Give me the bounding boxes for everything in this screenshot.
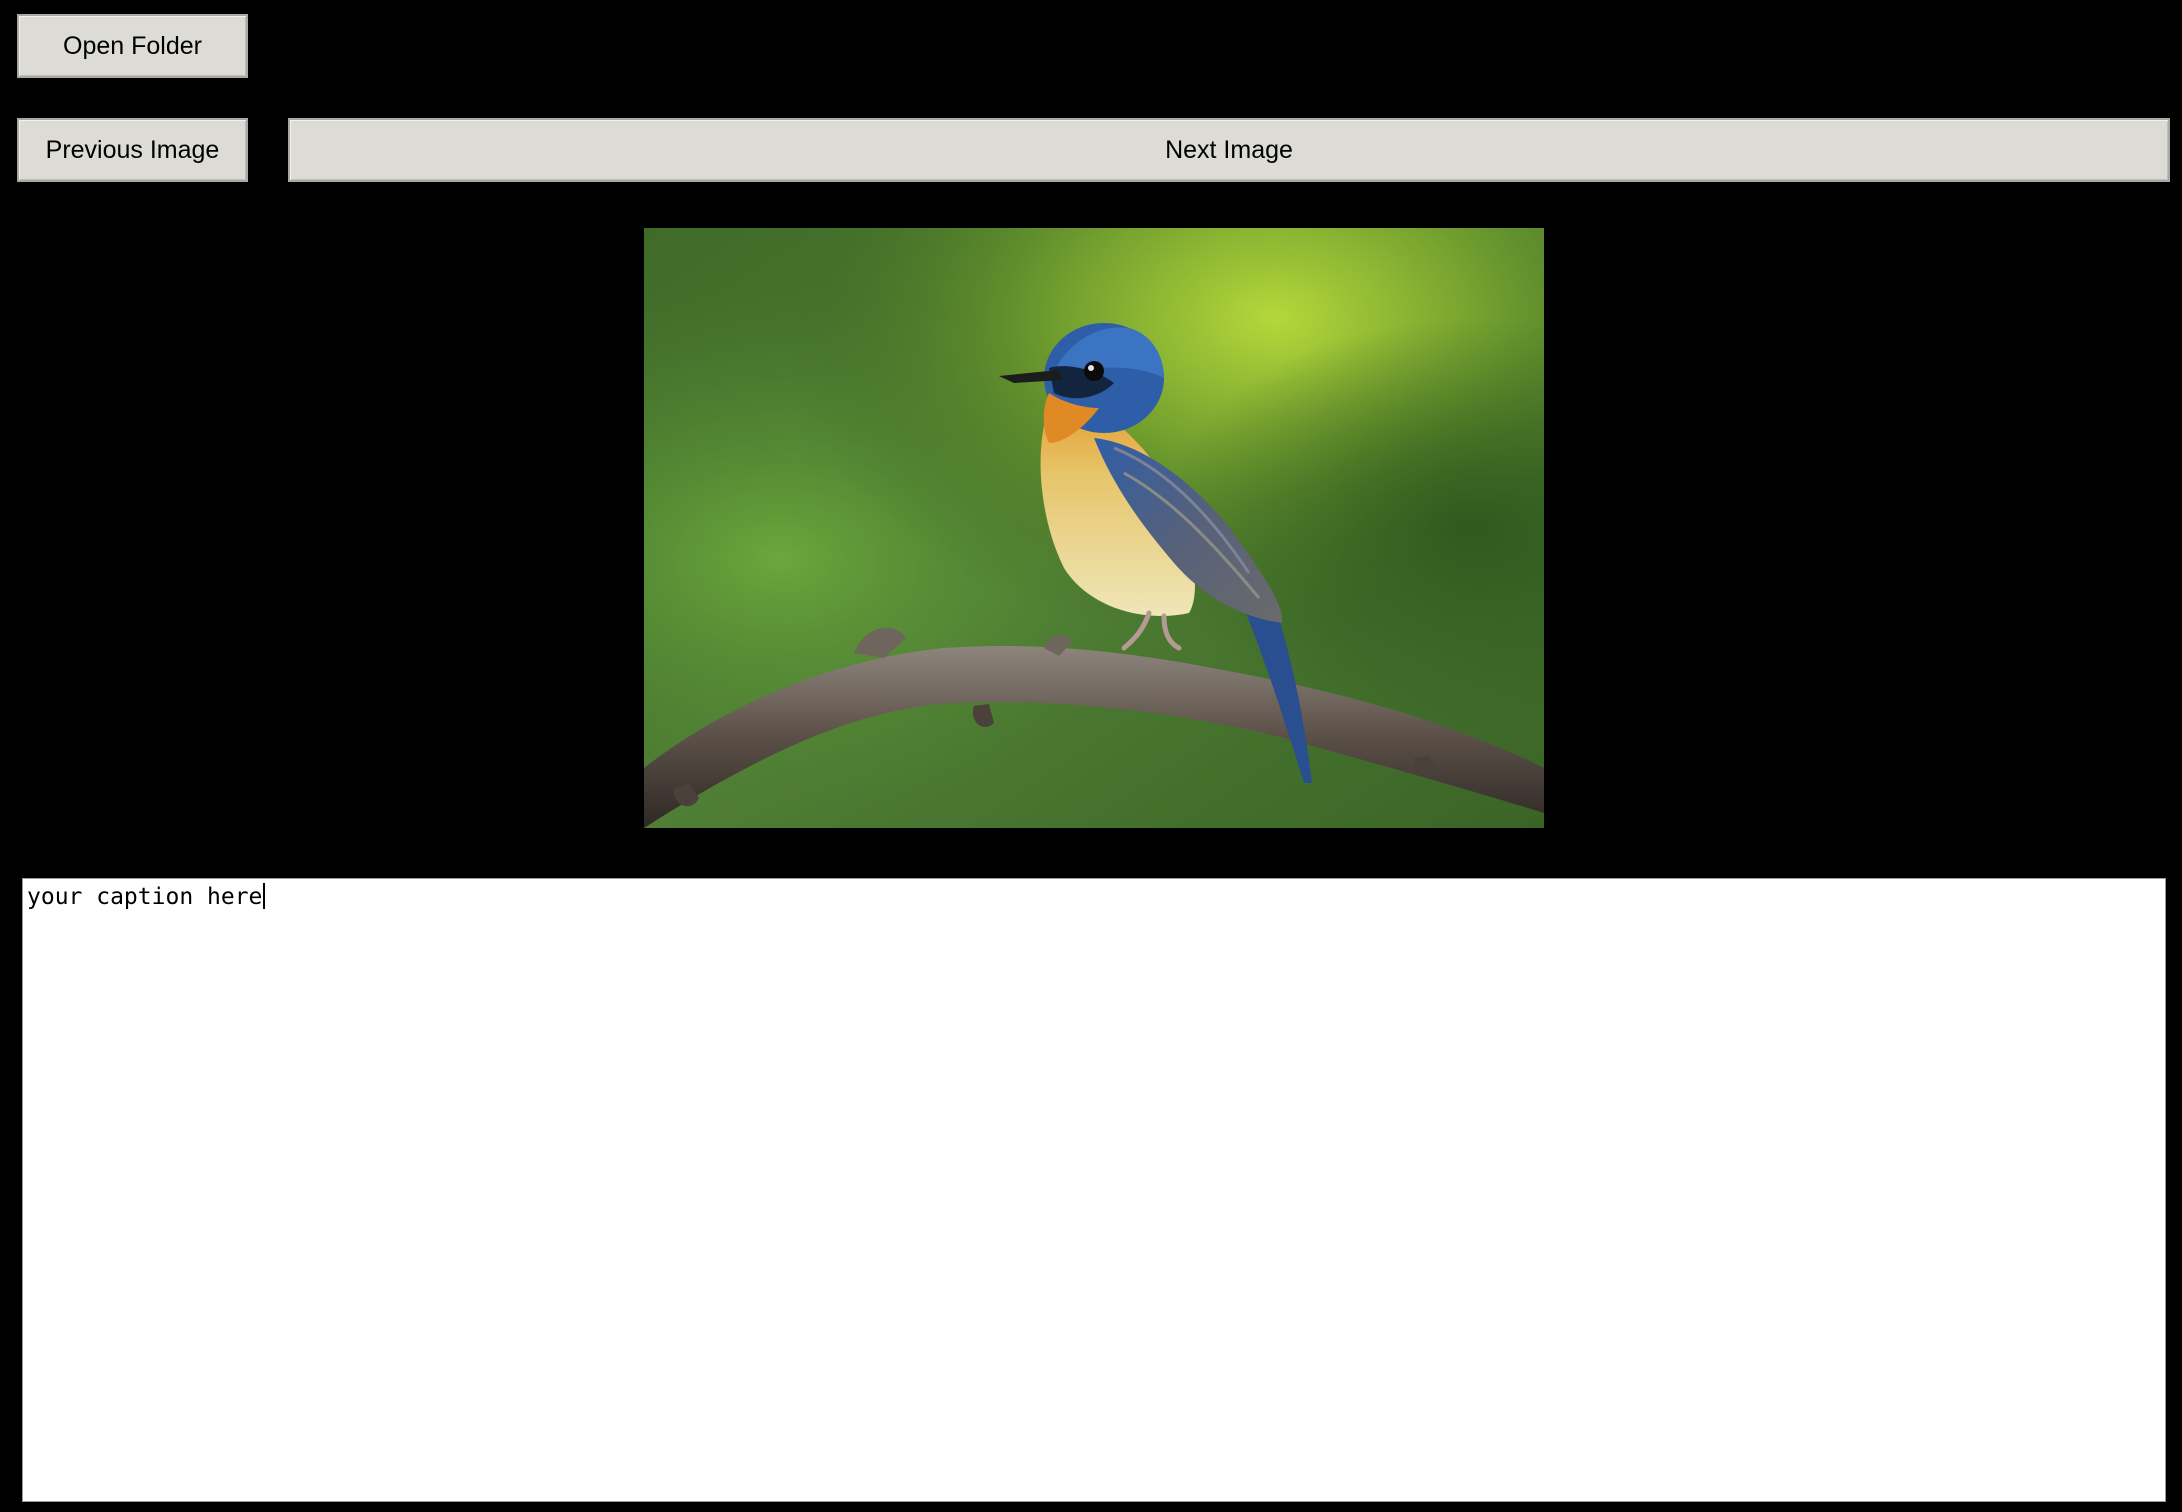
next-image-button[interactable]: Next Image bbox=[288, 118, 2170, 182]
caption-text: your caption here bbox=[27, 884, 263, 910]
caption-textarea[interactable]: your caption here bbox=[22, 878, 2166, 1502]
open-folder-button[interactable]: Open Folder bbox=[17, 14, 248, 78]
previous-image-button[interactable]: Previous Image bbox=[17, 118, 248, 182]
image-preview bbox=[644, 228, 1544, 828]
text-cursor-icon bbox=[263, 883, 266, 909]
bird-photo bbox=[644, 228, 1544, 828]
image-caption-app: Open Folder Previous Image Next Image yo… bbox=[0, 0, 2182, 1512]
